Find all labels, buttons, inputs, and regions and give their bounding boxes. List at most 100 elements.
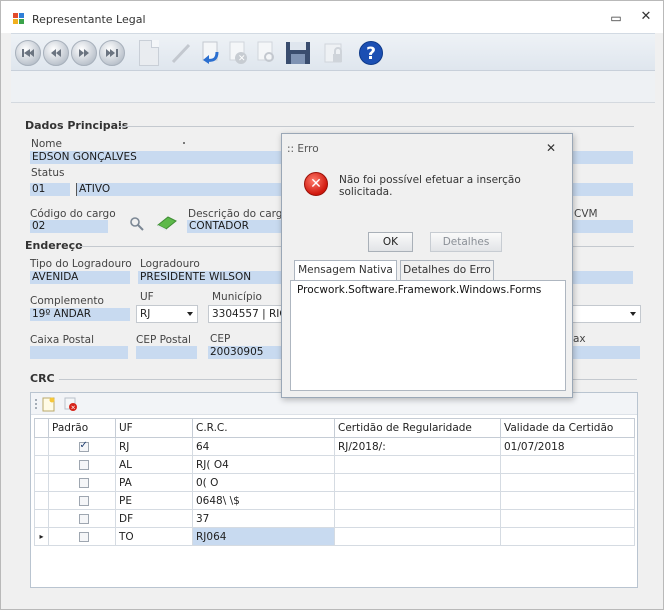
- error-message: Não foi possível efetuar a inserção soli…: [339, 174, 521, 198]
- padrao-checkbox[interactable]: [78, 459, 89, 470]
- tipo-logradouro-field[interactable]: AVENIDA: [30, 271, 130, 284]
- uf-cell[interactable]: PA: [115, 473, 193, 492]
- representante-legal-window: Representante Legal ▭ ✕ ✕ ? Dados Princi…: [0, 0, 664, 610]
- edit-icon[interactable]: [169, 40, 195, 66]
- padrao-checkbox[interactable]: [78, 513, 89, 524]
- certidao-cell[interactable]: [334, 473, 501, 492]
- codigo-cargo-field[interactable]: 02: [30, 220, 108, 233]
- table-row[interactable]: PA 0( O: [34, 473, 635, 492]
- padrao-cell[interactable]: [48, 455, 116, 474]
- padrao-checkbox[interactable]: [78, 477, 89, 488]
- grip-icon: [35, 399, 37, 409]
- complemento-label: Complemento: [30, 295, 104, 307]
- logradouro-field[interactable]: PRESIDENTE WILSON: [138, 271, 282, 284]
- fax-field[interactable]: [567, 346, 640, 359]
- caixa-postal-field[interactable]: [30, 346, 128, 359]
- certidao-cell[interactable]: [334, 527, 501, 546]
- undo-icon[interactable]: [197, 40, 223, 66]
- last-record-icon[interactable]: [99, 40, 125, 66]
- padrao-cell[interactable]: [48, 509, 116, 528]
- table-row[interactable]: DF 37: [34, 509, 635, 528]
- tab-detalhes-do-erro[interactable]: Detalhes do Erro: [400, 260, 494, 280]
- table-row[interactable]: AL RJ( O4: [34, 455, 635, 474]
- validade-cell[interactable]: [500, 527, 635, 546]
- table-row[interactable]: RJ64RJ/2018/:01/07/2018: [34, 437, 635, 456]
- padrao-checkbox[interactable]: [78, 531, 89, 542]
- required-marker: [183, 142, 185, 144]
- window-title: Representante Legal: [32, 13, 146, 26]
- toolbar-strip: [11, 71, 655, 103]
- crc-cell[interactable]: 0( O: [192, 473, 335, 492]
- validade-cell[interactable]: 01/07/2018: [500, 437, 635, 456]
- status-label: Status: [31, 167, 65, 179]
- crc-cell[interactable]: 64: [192, 437, 335, 456]
- uf-select[interactable]: RJ: [136, 305, 198, 323]
- cep-field[interactable]: 20030905: [208, 346, 282, 359]
- column-header-certidao[interactable]: Certidão de Regularidade: [334, 418, 501, 438]
- crc-cell[interactable]: 37: [192, 509, 335, 528]
- validade-cell[interactable]: [500, 491, 635, 510]
- padrao-cell[interactable]: [48, 437, 116, 456]
- padrao-cell[interactable]: [48, 491, 116, 510]
- padrao-cell[interactable]: [48, 527, 116, 546]
- crc-table: Padrão UF C.R.C. Certidão de Regularidad…: [34, 418, 635, 546]
- column-header-crc[interactable]: C.R.C.: [192, 418, 335, 438]
- help-icon[interactable]: ?: [359, 41, 383, 65]
- cvm-field[interactable]: [573, 220, 633, 233]
- column-header-padrao[interactable]: Padrão: [48, 418, 116, 438]
- certidao-cell[interactable]: RJ/2018/:: [334, 437, 501, 456]
- next-record-icon[interactable]: [71, 40, 97, 66]
- dialog-title: :: Erro: [287, 143, 319, 155]
- section-endereco: Endereço: [25, 239, 83, 252]
- uf-cell[interactable]: TO: [115, 527, 193, 546]
- details-button[interactable]: Detalhes: [430, 232, 502, 252]
- minimize-icon[interactable]: ▭: [609, 11, 623, 25]
- table-header-row: Padrão UF C.R.C. Certidão de Regularidad…: [34, 418, 635, 438]
- tab-mensagem-nativa[interactable]: Mensagem Nativa: [294, 260, 397, 281]
- eraser-icon[interactable]: [156, 215, 178, 231]
- add-row-icon[interactable]: [42, 397, 56, 412]
- certidao-cell[interactable]: [334, 455, 501, 474]
- column-header-validade[interactable]: Validade da Certidão: [500, 418, 635, 438]
- crc-cell[interactable]: RJ064: [192, 527, 335, 546]
- save-icon[interactable]: [285, 40, 311, 66]
- svg-text:✕: ✕: [238, 54, 246, 64]
- table-row[interactable]: ▸ TO RJ064: [34, 527, 635, 546]
- search-icon[interactable]: [129, 216, 145, 232]
- validade-cell[interactable]: [500, 455, 635, 474]
- validade-cell[interactable]: [500, 509, 635, 528]
- descricao-cargo-field[interactable]: CONTADOR: [187, 220, 282, 233]
- lock-icon[interactable]: [321, 40, 347, 66]
- new-document-icon[interactable]: [139, 40, 159, 66]
- uf-cell[interactable]: RJ: [115, 437, 193, 456]
- delete-icon[interactable]: ✕: [225, 40, 251, 66]
- crc-cell[interactable]: 0648\ \$: [192, 491, 335, 510]
- padrao-cell[interactable]: [48, 473, 116, 492]
- ok-button[interactable]: OK: [368, 232, 413, 252]
- search-record-icon[interactable]: [253, 40, 279, 66]
- status-code-field[interactable]: 01: [30, 183, 70, 196]
- chevron-down-icon: [187, 312, 193, 316]
- uf-cell[interactable]: DF: [115, 509, 193, 528]
- crc-cell[interactable]: RJ( O4: [192, 455, 335, 474]
- validade-cell[interactable]: [500, 473, 635, 492]
- close-icon[interactable]: ✕: [639, 9, 653, 24]
- previous-record-icon[interactable]: [43, 40, 69, 66]
- caixa-postal-label: Caixa Postal: [30, 334, 94, 346]
- cep-postal-field[interactable]: [136, 346, 197, 359]
- uf-cell[interactable]: PE: [115, 491, 193, 510]
- certidao-cell[interactable]: [334, 509, 501, 528]
- remove-row-icon[interactable]: ✕: [64, 397, 78, 412]
- padrao-checkbox[interactable]: [78, 440, 89, 452]
- uf-cell[interactable]: AL: [115, 455, 193, 474]
- complemento-field[interactable]: 19º ANDAR: [30, 308, 130, 321]
- table-row[interactable]: PE 0648\ \$: [34, 491, 635, 510]
- numero-field[interactable]: [573, 271, 633, 284]
- column-header-uf[interactable]: UF: [115, 418, 193, 438]
- padrao-checkbox[interactable]: [78, 495, 89, 506]
- native-message-text: Procwork.Software.Framework.Windows.Form…: [297, 284, 542, 296]
- certidao-cell[interactable]: [334, 491, 501, 510]
- row-indicator: [34, 509, 49, 528]
- first-record-icon[interactable]: [15, 40, 41, 66]
- dialog-close-icon[interactable]: ✕: [546, 141, 556, 155]
